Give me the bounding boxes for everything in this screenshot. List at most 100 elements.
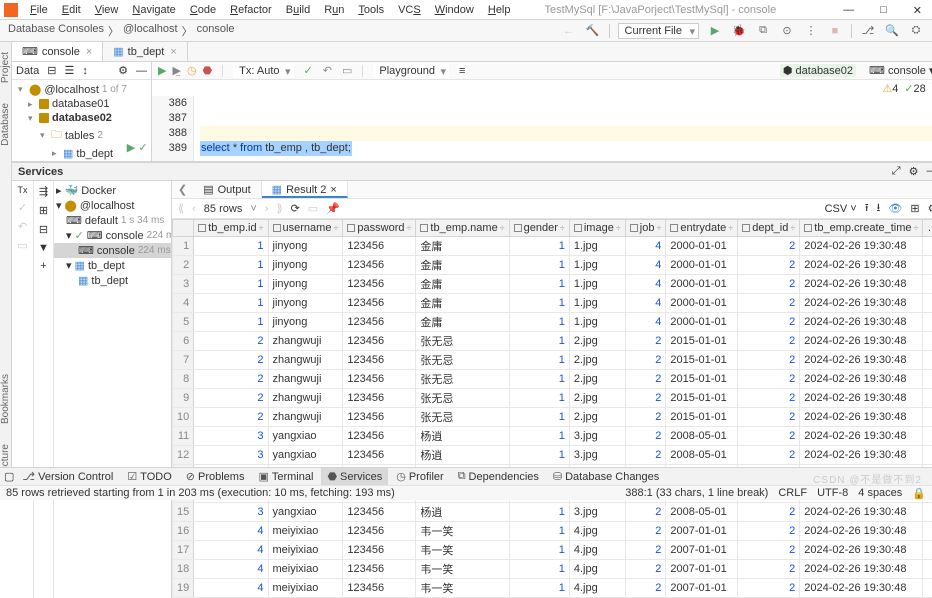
cell[interactable]: 2 (194, 408, 268, 427)
cell[interactable]: 2000-01-01 (666, 237, 738, 256)
cell[interactable]: 1 (509, 427, 569, 446)
cell[interactable]: 1 (509, 541, 569, 560)
cell[interactable]: 1 (509, 370, 569, 389)
cell[interactable]: 2024-02-26 19:30:48 (800, 522, 923, 541)
cell[interactable]: 2 (738, 541, 800, 560)
debug-icon[interactable]: 🐞 (731, 23, 747, 39)
cell[interactable]: 2024-02-26 19:30:48 (800, 237, 923, 256)
cell[interactable]: 2015-01-01 (666, 370, 738, 389)
cell[interactable]: 2024-02-26 19:30:48 (800, 579, 923, 598)
cell[interactable]: 123456 (343, 446, 416, 465)
cell[interactable]: 2 (194, 389, 268, 408)
sidebar-bookmarks[interactable]: Bookmarks (0, 374, 11, 424)
console-badge[interactable]: ⌨ console ▾ (866, 64, 932, 77)
close-icon[interactable]: ✕ (907, 2, 928, 19)
menu-file[interactable]: FFileile (24, 2, 54, 18)
cell[interactable]: 1.jpg (569, 294, 625, 313)
cell[interactable]: 2 (738, 313, 800, 332)
crumb-consoles[interactable]: Database Consoles (8, 23, 104, 39)
commit-icon[interactable]: ✓ (304, 64, 313, 77)
col-header[interactable]: tb_emp.id÷ (194, 220, 268, 237)
svc-console[interactable]: ▾✓⌨console 224 ms (54, 228, 171, 243)
profile-icon[interactable]: ⊙ (779, 23, 795, 39)
col-header[interactable]: username÷ (268, 220, 343, 237)
cell[interactable]: 2 (923, 370, 932, 389)
cell[interactable]: 123456 (343, 560, 416, 579)
expand-icon[interactable]: ⤢ (892, 165, 901, 178)
cell[interactable]: 1 (509, 522, 569, 541)
cell[interactable]: 金庸 (416, 313, 509, 332)
code-area[interactable]: 386 387 388 ▶✓389 select * from tb_emp ,… (152, 96, 932, 161)
cell[interactable]: 4.jpg (569, 522, 625, 541)
cell[interactable]: 123456 (343, 370, 416, 389)
cell[interactable]: yangxiao (268, 503, 343, 522)
cell[interactable]: 韦一笑 (416, 522, 509, 541)
table-row[interactable]: 164meiyixiao123456韦一笑14.jpg22007-01-0122… (173, 522, 932, 541)
eye-icon[interactable]: 👁 (888, 202, 902, 215)
table-row[interactable]: 72zhangwuji123456张无忌12.jpg22015-01-01220… (173, 351, 932, 370)
execute-icon[interactable]: ▶ (158, 64, 166, 77)
cell[interactable]: 2 (923, 332, 932, 351)
settings-icon[interactable]: ⚙ (928, 202, 932, 215)
cell[interactable]: meiyixiao (268, 522, 343, 541)
cell[interactable]: 金庸 (416, 237, 509, 256)
cell[interactable]: 2015-01-01 (666, 389, 738, 408)
cell[interactable]: 韦一笑 (416, 579, 509, 598)
table-row[interactable]: 41jinyong123456金庸11.jpg42000-01-0122024-… (173, 294, 932, 313)
svc-tbdept-child[interactable]: ▦tb_dept (54, 273, 171, 288)
stop-query-icon[interactable]: ⬣ (203, 64, 213, 77)
cell[interactable]: 2 (923, 427, 932, 446)
cell[interactable]: 2024-02-26 19:30:48 (800, 446, 923, 465)
cell[interactable]: 2024-02-26 19:30:48 (800, 256, 923, 275)
cell[interactable]: 1 (509, 237, 569, 256)
col-header[interactable]: gender÷ (509, 220, 569, 237)
svc-host[interactable]: ▾⬤@localhost (54, 198, 171, 213)
cell[interactable]: 2024-02-26 19:30:48 (800, 332, 923, 351)
cell[interactable]: 2 (738, 332, 800, 351)
export-icon[interactable]: ⭱ (865, 199, 869, 218)
menu-build[interactable]: Build (280, 2, 316, 18)
cell[interactable]: 2 (625, 503, 666, 522)
cell[interactable]: 123456 (343, 503, 416, 522)
cell[interactable]: 2 (625, 370, 666, 389)
cell[interactable]: 1 (509, 275, 569, 294)
collapse-all-icon[interactable]: ⊟ (39, 223, 48, 236)
cell[interactable]: 2 (625, 579, 666, 598)
cell[interactable]: 2 (738, 503, 800, 522)
add-row-icon[interactable]: ▭ (308, 202, 318, 215)
cell[interactable]: 2 (625, 427, 666, 446)
tree-icon[interactable]: ⇶ (39, 185, 48, 198)
cell[interactable]: 4 (194, 579, 268, 598)
sidebar-project[interactable]: Project (0, 52, 11, 83)
cell[interactable]: 4 (194, 541, 268, 560)
encoding[interactable]: UTF-8 (817, 487, 848, 500)
table-row[interactable]: 21jinyong123456金庸11.jpg42000-01-0122024-… (173, 256, 932, 275)
cell[interactable]: 123456 (343, 237, 416, 256)
cell[interactable]: 2 (194, 370, 268, 389)
hide-icon[interactable]: ― (926, 165, 932, 178)
crumb-console[interactable]: console (197, 23, 235, 39)
cell[interactable]: 123456 (343, 313, 416, 332)
cell[interactable]: 1.jpg (569, 313, 625, 332)
menu-view[interactable]: View (89, 2, 125, 18)
cell[interactable]: 123456 (343, 275, 416, 294)
close-tab-icon[interactable]: × (86, 46, 92, 58)
cell[interactable]: 2024-02-26 19:30:48 (800, 351, 923, 370)
cell[interactable]: 1 (509, 446, 569, 465)
cell[interactable]: 张无忌 (416, 332, 509, 351)
cell[interactable]: 1 (194, 313, 268, 332)
cell[interactable]: 金庸 (416, 256, 509, 275)
last-page-icon[interactable]: ⟫ (276, 202, 282, 215)
cell[interactable]: 123456 (343, 579, 416, 598)
cell[interactable]: 1.jpg (569, 275, 625, 294)
cell[interactable]: 4 (625, 256, 666, 275)
cell[interactable]: 4 (625, 275, 666, 294)
cell[interactable]: 2.jpg (569, 332, 625, 351)
search-icon[interactable]: 🔍 (884, 23, 900, 39)
more-icon[interactable]: ⋮ (803, 23, 819, 39)
col-header[interactable]: tb_emp.create_time÷ (800, 220, 923, 237)
cell[interactable]: 2 (738, 275, 800, 294)
cell[interactable]: 2 (923, 275, 932, 294)
cell[interactable]: 2 (738, 237, 800, 256)
sb-problems[interactable]: ⊘ Problems (180, 468, 251, 485)
